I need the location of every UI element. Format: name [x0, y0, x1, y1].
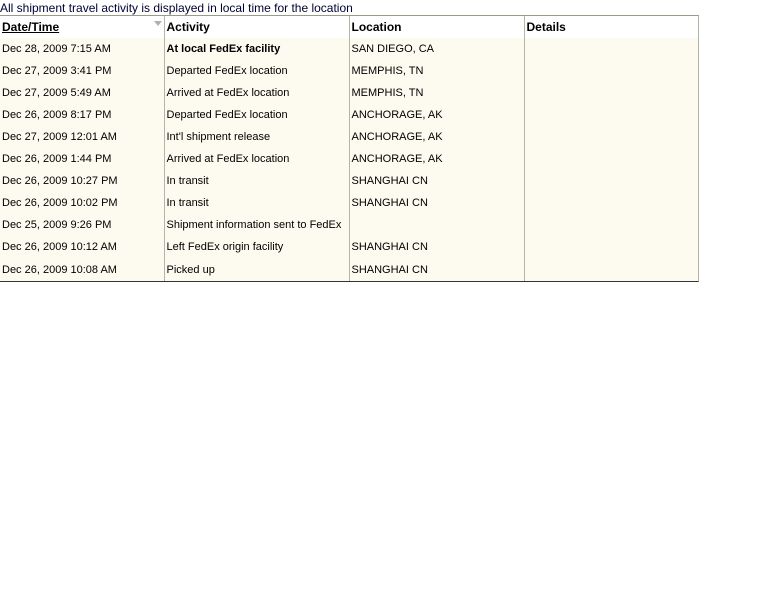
date-time-cell: Dec 26, 2009 10:02 PM [0, 192, 164, 214]
activity-cell: Picked up [163, 258, 349, 281]
details-cell [523, 104, 698, 126]
table-row: Dec 26, 2009 1:44 PM Arrived at FedEx lo… [0, 148, 698, 170]
details-cell [523, 60, 698, 82]
location-cell: SHANGHAI CN [348, 236, 524, 258]
date-time-cell: Dec 28, 2009 7:15 AM [0, 38, 164, 60]
activity-cell: At local FedEx facility [163, 38, 349, 60]
activity-cell: In transit [163, 170, 349, 192]
table-row: Dec 27, 2009 3:41 PM Departed FedEx loca… [0, 60, 698, 82]
date-time-cell: Dec 25, 2009 9:26 PM [0, 214, 164, 236]
details-cell [523, 148, 698, 170]
date-time-sort-link[interactable]: Date/Time [2, 20, 59, 34]
table-row: Dec 28, 2009 7:15 AM At local FedEx faci… [0, 38, 698, 60]
activity-cell: Arrived at FedEx location [163, 148, 349, 170]
date-time-cell: Dec 26, 2009 10:12 AM [0, 236, 164, 258]
date-time-column-header[interactable]: Date/Time [0, 16, 164, 38]
location-cell: SAN DIEGO, CA [348, 38, 524, 60]
sort-descending-icon[interactable] [153, 21, 162, 26]
table-header-row: Date/Time Activity Location Details [0, 16, 698, 38]
activity-cell: Arrived at FedEx location [163, 82, 349, 104]
table-row: Dec 27, 2009 5:49 AM Arrived at FedEx lo… [0, 82, 698, 104]
details-cell [523, 214, 698, 236]
activity-cell: Shipment information sent to FedEx [163, 214, 349, 236]
location-cell: SHANGHAI CN [348, 258, 524, 281]
table-row: Dec 26, 2009 10:12 AM Left FedEx origin … [0, 236, 698, 258]
date-time-cell: Dec 26, 2009 10:27 PM [0, 170, 164, 192]
activity-cell: Int'l shipment release [163, 126, 349, 148]
details-cell [523, 236, 698, 258]
table-row: Dec 27, 2009 12:01 AM Int'l shipment rel… [0, 126, 698, 148]
table-row: Dec 25, 2009 9:26 PM Shipment informatio… [0, 214, 698, 236]
details-cell [523, 82, 698, 104]
table-row: Dec 26, 2009 10:27 PM In transit SHANGHA… [0, 170, 698, 192]
local-time-note: All shipment travel activity is displaye… [0, 1, 353, 15]
location-column-header: Location [348, 16, 524, 38]
location-cell [348, 214, 524, 236]
location-cell: MEMPHIS, TN [348, 60, 524, 82]
details-cell [523, 126, 698, 148]
activity-cell: In transit [163, 192, 349, 214]
table-row: Dec 26, 2009 10:02 PM In transit SHANGHA… [0, 192, 698, 214]
table-row: Dec 26, 2009 10:08 AM Picked up SHANGHAI… [0, 258, 698, 281]
details-cell [523, 38, 698, 60]
date-time-cell: Dec 27, 2009 3:41 PM [0, 60, 164, 82]
travel-activity-table: Date/Time Activity Location Details Dec … [0, 16, 698, 281]
location-cell: ANCHORAGE, AK [348, 104, 524, 126]
table-row: Dec 26, 2009 8:17 PM Departed FedEx loca… [0, 104, 698, 126]
date-time-cell: Dec 27, 2009 12:01 AM [0, 126, 164, 148]
date-time-cell: Dec 26, 2009 10:08 AM [0, 258, 164, 281]
details-cell [523, 258, 698, 281]
details-cell [523, 192, 698, 214]
location-cell: ANCHORAGE, AK [348, 148, 524, 170]
location-cell: SHANGHAI CN [348, 170, 524, 192]
shipment-travel-history: Date/Time Activity Location Details Dec … [0, 15, 699, 282]
date-time-cell: Dec 26, 2009 8:17 PM [0, 104, 164, 126]
activity-cell: Left FedEx origin facility [163, 236, 349, 258]
date-time-cell: Dec 27, 2009 5:49 AM [0, 82, 164, 104]
location-cell: ANCHORAGE, AK [348, 126, 524, 148]
activity-cell: Departed FedEx location [163, 104, 349, 126]
details-cell [523, 170, 698, 192]
location-cell: MEMPHIS, TN [348, 82, 524, 104]
activity-cell: Departed FedEx location [163, 60, 349, 82]
activity-column-header: Activity [163, 16, 349, 38]
location-cell: SHANGHAI CN [348, 192, 524, 214]
details-column-header: Details [523, 16, 698, 38]
date-time-cell: Dec 26, 2009 1:44 PM [0, 148, 164, 170]
